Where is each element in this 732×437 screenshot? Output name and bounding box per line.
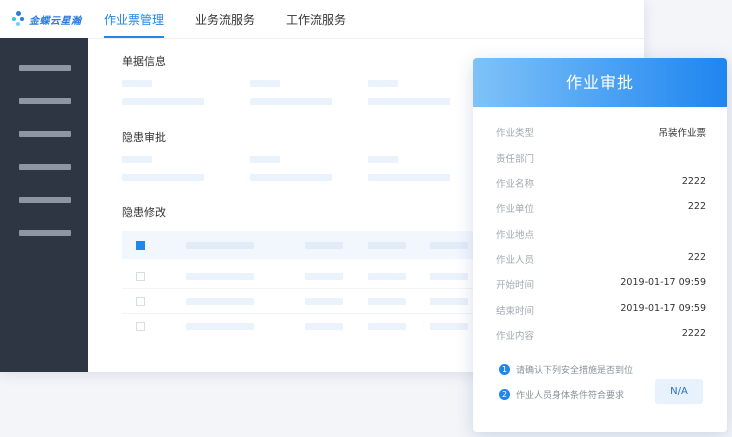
field-label: 作业类型	[496, 128, 535, 139]
sidebar-item-6[interactable]	[19, 230, 71, 236]
main-tabs: 作业票管理 业务流服务 工作流服务	[104, 0, 377, 38]
placeholder-label	[122, 156, 152, 163]
field-label: 结束时间	[496, 306, 535, 317]
sidebar	[0, 38, 88, 372]
card-title: 作业审批	[473, 58, 727, 107]
column-header-placeholder	[305, 242, 343, 249]
row-checkbox[interactable]	[136, 272, 145, 281]
field-work-type: 作业类型 吊装作业票	[496, 125, 706, 139]
field-label: 作业地点	[496, 230, 535, 241]
cell-placeholder	[368, 273, 406, 280]
field-value: 222	[687, 201, 706, 212]
section-title-hazard-approval: 隐患审批	[122, 131, 166, 144]
brand-logo[interactable]: 金蝶云星瀚	[12, 11, 82, 27]
sidebar-item-1[interactable]	[19, 65, 71, 71]
placeholder-label	[250, 156, 280, 163]
table-header	[122, 231, 522, 259]
cell-placeholder	[186, 323, 254, 330]
placeholder-value	[368, 98, 450, 105]
field-label: 作业人员	[496, 255, 535, 266]
field-label: 责任部门	[496, 154, 535, 165]
column-header-placeholder	[430, 242, 468, 249]
checklist-item-physical-condition: 2 作业人员身体条件符合要求	[499, 387, 624, 401]
step-number-badge: 1	[499, 363, 510, 375]
select-all-checkbox[interactable]	[136, 241, 145, 250]
row-checkbox[interactable]	[136, 322, 145, 331]
field-responsible-dept: 责任部门	[496, 151, 706, 165]
field-start-time: 开始时间 2019-01-17 09:59	[496, 277, 706, 291]
field-value: 吊装作业票	[658, 128, 706, 139]
field-work-location: 作业地点	[496, 227, 706, 241]
field-work-unit: 作业单位 222	[496, 201, 706, 215]
placeholder-label	[122, 80, 152, 87]
tab-workflow-service[interactable]: 工作流服务	[286, 0, 346, 38]
column-header-placeholder	[186, 242, 254, 249]
cell-placeholder	[305, 273, 343, 280]
cell-placeholder	[186, 273, 254, 280]
cell-placeholder	[305, 298, 343, 305]
field-work-name: 作业名称 2222	[496, 176, 706, 190]
placeholder-label	[368, 156, 398, 163]
checklist-text: 作业人员身体条件符合要求	[516, 390, 625, 401]
cell-placeholder	[368, 298, 406, 305]
step-number-badge: 2	[499, 388, 510, 400]
field-value: 2222	[681, 328, 706, 339]
placeholder-label	[250, 80, 280, 87]
cell-placeholder	[305, 323, 343, 330]
section-title-hazard-edit: 隐患修改	[122, 206, 166, 219]
tab-business-flow-service[interactable]: 业务流服务	[195, 0, 255, 38]
field-work-content: 作业内容 2222	[496, 328, 706, 342]
cell-placeholder	[430, 323, 468, 330]
top-nav-bar: 金蝶云星瀚 作业票管理 业务流服务 工作流服务	[0, 0, 644, 39]
field-label: 开始时间	[496, 280, 535, 291]
sidebar-item-3[interactable]	[19, 131, 71, 137]
field-value: 222	[687, 252, 706, 263]
cell-placeholder	[430, 298, 468, 305]
field-value: 2019-01-17 09:59	[620, 303, 706, 314]
placeholder-value	[250, 98, 332, 105]
field-value: 2019-01-17 09:59	[620, 277, 706, 288]
field-label: 作业单位	[496, 204, 535, 215]
sidebar-item-2[interactable]	[19, 98, 71, 104]
logo-dots-icon	[12, 11, 26, 27]
row-divider	[122, 313, 522, 314]
na-button[interactable]: N/A	[655, 379, 703, 404]
field-end-time: 结束时间 2019-01-17 09:59	[496, 303, 706, 317]
placeholder-label	[368, 80, 398, 87]
field-workers: 作业人员 222	[496, 252, 706, 266]
placeholder-value	[368, 174, 450, 181]
column-header-placeholder	[368, 242, 406, 249]
sidebar-item-4[interactable]	[19, 164, 71, 170]
sidebar-item-5[interactable]	[19, 197, 71, 203]
field-label: 作业内容	[496, 331, 535, 342]
approval-card: 作业审批 作业类型 吊装作业票 责任部门 作业名称 2222 作业单位 222 …	[473, 58, 727, 432]
cell-placeholder	[430, 273, 468, 280]
row-checkbox[interactable]	[136, 297, 145, 306]
brand-name: 金蝶云星瀚	[29, 15, 82, 27]
cell-placeholder	[368, 323, 406, 330]
placeholder-value	[122, 174, 204, 181]
field-label: 作业名称	[496, 179, 535, 190]
checklist-text: 请确认下列安全措施是否到位	[516, 365, 634, 376]
checklist-item-safety-measures: 1 请确认下列安全措施是否到位	[499, 362, 633, 376]
field-value: 2222	[681, 176, 706, 187]
tab-ticket-management[interactable]: 作业票管理	[104, 0, 165, 38]
placeholder-value	[122, 98, 204, 105]
section-title-doc-info: 单据信息	[122, 55, 166, 68]
cell-placeholder	[186, 298, 254, 305]
placeholder-value	[250, 174, 332, 181]
row-divider	[122, 288, 522, 289]
